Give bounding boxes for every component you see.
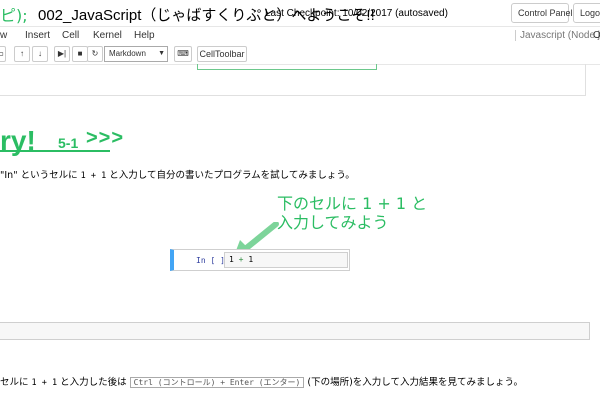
move-up-icon[interactable]: ↑ (14, 46, 30, 62)
menu-kernel[interactable]: Kernel (93, 30, 122, 41)
code-token: 1 (248, 255, 254, 264)
chevron-down-icon: ▼ (158, 50, 165, 57)
section-arrows: >>> (86, 127, 125, 149)
bottom-suffix: (下の場所)を入力して入力結果を見てみましょう。 (304, 377, 523, 388)
instruction-code: 1 + 1 (80, 171, 107, 181)
code-cell-selected[interactable]: In [ ]: 1 + 1 (170, 249, 350, 271)
control-panel-button[interactable]: Control Panel (511, 3, 573, 23)
annotation-callout: 下のセルに 1 + 1 と 入力してみよう (277, 194, 427, 232)
annotation-line-2: 入力してみよう (277, 213, 389, 232)
save-icon[interactable]: ▭ (0, 46, 6, 62)
celltoolbar-button[interactable]: CellToolbar (197, 46, 247, 62)
menu-help[interactable]: Help (134, 30, 155, 41)
bottom-code: 1 + 1 (31, 378, 58, 388)
instruction-suffix: と入力して自分の書いたプログラムを試してみましょう。 (106, 170, 355, 181)
bottom-prefix: セルに (0, 377, 32, 388)
run-icon[interactable]: ▶| (54, 46, 70, 62)
kernel-indicator-icon: O (593, 30, 600, 41)
shortcut-box: Ctrl (コントロール) + Enter (エンター) (129, 377, 305, 388)
empty-code-cell[interactable] (0, 322, 590, 340)
logout-button[interactable]: Logout (573, 3, 600, 23)
section-heading: ry! (0, 125, 36, 156)
heading-underline (0, 150, 110, 152)
code-operator: + (238, 255, 244, 264)
code-editor[interactable]: 1 + 1 (224, 252, 348, 268)
section-number: 5-1 (58, 135, 79, 151)
cell-type-value: Markdown (109, 49, 146, 58)
annotation-line-1: 下のセルに 1 + 1 と (277, 194, 428, 213)
move-down-icon[interactable]: ↓ (32, 46, 48, 62)
stop-icon[interactable]: ■ (72, 46, 88, 62)
notebook-header: ピ); 002_JavaScript（じゃばすくりぷと）へようこそ!! Last… (0, 0, 600, 26)
menu-view[interactable]: w (0, 30, 7, 41)
cell-type-select[interactable]: Markdown ▼ (104, 46, 168, 62)
checkpoint-status: Last Checkpoint: 10/02/2017 (autosaved) (265, 8, 448, 19)
menubar: w Insert Cell Kernel Help Javascript (No… (0, 26, 600, 46)
bottom-middle: と入力した後は (57, 377, 130, 388)
logo: ピ); (0, 6, 28, 25)
keyboard-icon[interactable]: ⌨ (174, 46, 192, 62)
bottom-instruction: セルに 1 + 1 と入力した後は Ctrl (コントロール) + Enter … (0, 374, 523, 388)
instruction-prefix: "In" というセルに (0, 170, 81, 181)
code-token: 1 (229, 255, 234, 264)
menu-cell[interactable]: Cell (62, 30, 79, 41)
partial-table (197, 64, 377, 70)
restart-icon[interactable]: ↻ (87, 46, 103, 62)
menu-insert[interactable]: Insert (25, 30, 50, 41)
instruction-text: "In" というセルに 1 + 1 と入力して自分の書いたプログラムを試してみま… (0, 167, 355, 181)
kernel-name: Javascript (Node.js) (515, 30, 600, 41)
toolbar: ▭ ↑ ↓ ▶| ■ ↻ Markdown ▼ ⌨ CellToolbar (0, 46, 600, 64)
